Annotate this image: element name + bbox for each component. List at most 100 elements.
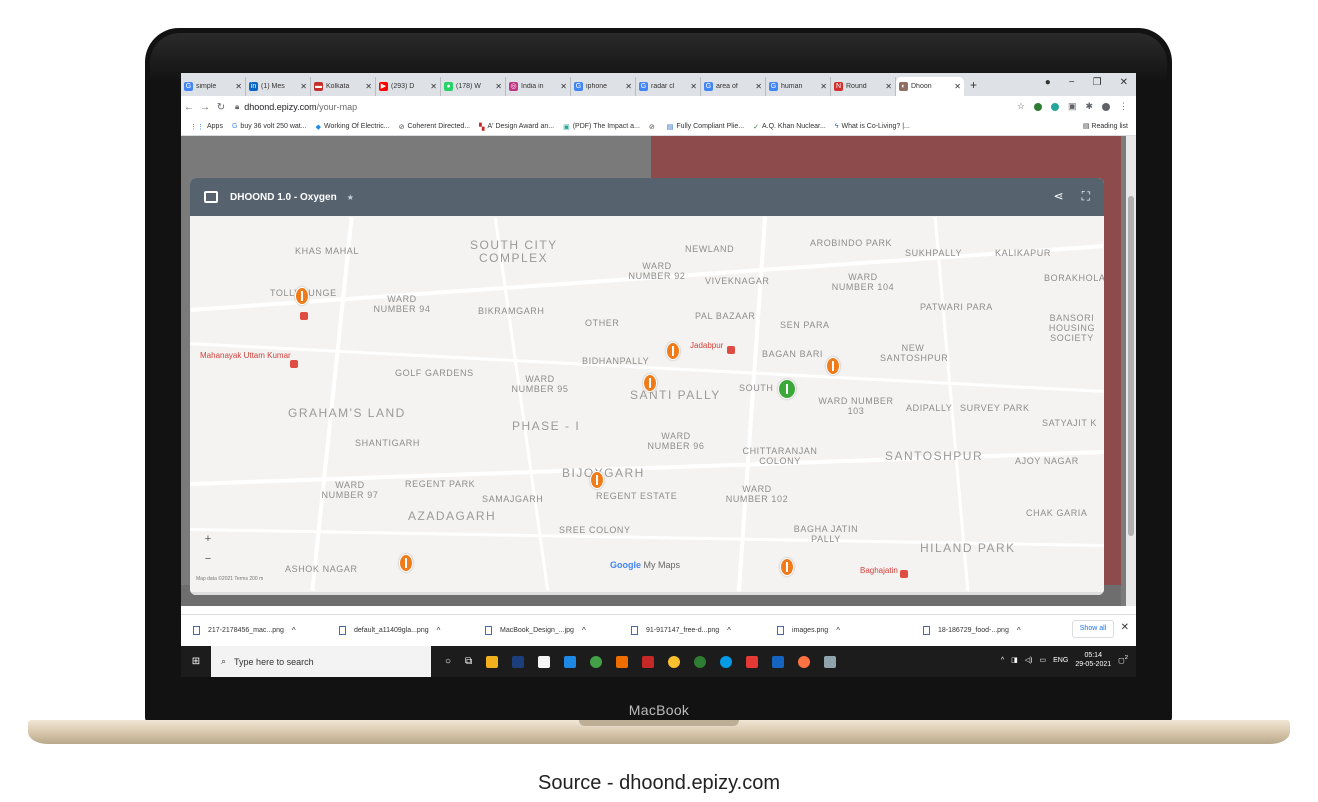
map-star-icon[interactable]: ★ [347,193,354,202]
bookmark-item[interactable]: ▚ A' Design Award an... [479,123,554,131]
oxygen-supplier-pin[interactable] [826,357,840,375]
bookmark-item[interactable]: Gbuy 36 volt 250 wat... [232,123,307,130]
bookmark-item[interactable]: ⊘ [649,123,658,131]
browser-tab[interactable]: ◎ India in ✕ [506,77,571,96]
network-icon[interactable]: ◨ [1011,656,1018,664]
cortana-icon[interactable]: ○ [445,656,451,667]
download-item[interactable]: images.png ^ [765,626,911,635]
tab-close-icon[interactable]: ✕ [430,82,437,91]
browser-tab[interactable]: ▬ Kolkata ✕ [311,77,376,96]
bookmark-item[interactable]: ✓ A.Q. Khan Nuclear... [753,123,826,131]
reload-icon[interactable]: ↻ [213,102,229,113]
chevron-up-icon[interactable]: ^ [292,626,296,635]
tab-close-icon[interactable]: ✕ [885,82,892,91]
shield-extension-icon[interactable] [1033,102,1042,111]
puzzle-icon[interactable]: ✱ [1085,101,1093,112]
reading-list-button[interactable]: ▤ Reading list [1083,122,1128,130]
file-explorer-icon[interactable] [486,655,499,668]
zoom-in-button[interactable]: + [200,529,216,549]
browser-tab[interactable]: Giphone ✕ [571,77,636,96]
chevron-up-icon[interactable]: ^ [582,626,586,635]
show-all-downloads-button[interactable]: Show all [1072,620,1114,638]
browser-tab[interactable]: Garea of ✕ [701,77,766,96]
bookmark-item[interactable]: ◆ Working Of Electric... [316,123,390,131]
browser-tab[interactable]: Ghuman ✕ [766,77,831,96]
avatar[interactable] [1102,102,1110,111]
app-icon[interactable] [772,655,785,668]
browser-tab[interactable]: ● (178) W ✕ [441,77,506,96]
browser-tab[interactable]: Gsimple ✕ [181,77,246,96]
menu-kebab-icon[interactable]: ⋮ [1119,101,1128,112]
battery-icon[interactable]: ▭ [1040,656,1047,664]
share-icon[interactable]: ⋖ [1054,189,1064,204]
profile-icon[interactable]: ● [1045,77,1051,88]
download-item[interactable]: 217-2178456_mac...png ^ [181,626,327,635]
bookmark-item[interactable]: ⊘ Coherent Directed... [399,123,471,131]
chevron-up-icon[interactable]: ^ [727,626,731,635]
url-field[interactable]: 🔒︎ dhoond.epizy.com /your-map [235,102,357,112]
photoshop-icon[interactable] [512,655,525,668]
notification-icon[interactable]: ▢2 [1118,655,1128,664]
sticky-notes-icon[interactable] [616,655,629,668]
bookmark-item[interactable]: ▤ Fully Compliant Plie... [667,123,744,131]
page-scrollbar[interactable] [1126,136,1136,606]
tab-close-icon[interactable]: ✕ [365,82,372,91]
oxygen-supplier-pin[interactable] [399,554,413,572]
grammar-extension-icon[interactable] [1050,102,1059,111]
metro-station-icon[interactable] [300,312,308,320]
map-canvas[interactable]: SOUTH CITY COMPLEX NEWLAND AROBINDO PARK… [190,216,1104,592]
terms-link[interactable]: Terms [234,576,248,582]
app-icon[interactable] [798,655,811,668]
download-item[interactable]: 91-917147_free-d...png ^ [619,626,765,635]
tab-close-icon[interactable]: ✕ [755,82,762,91]
chevron-up-icon[interactable]: ^ [1017,626,1021,635]
chevron-up-icon[interactable]: ^ [836,626,840,635]
app-icon[interactable] [824,655,837,668]
new-tab-icon[interactable]: + [970,78,977,92]
task-view-icon[interactable]: ⧉ [465,656,472,667]
oxygen-supplier-pin[interactable] [666,342,680,360]
edge-icon[interactable] [720,655,733,668]
scroll-thumb[interactable] [1128,196,1134,536]
download-item[interactable]: MacBook_Design_...jpg ^ [473,626,619,635]
tab-close-icon[interactable]: ✕ [560,82,567,91]
tab-close-icon[interactable]: ✕ [495,82,502,91]
app-icon[interactable] [746,655,759,668]
map-legend-panel-icon[interactable] [204,191,218,203]
tab-close-icon[interactable]: ✕ [300,82,307,91]
tab-close-icon[interactable]: ✕ [954,82,961,91]
clock[interactable]: 05:14 29-05-2021 [1075,651,1111,669]
bookmark-item[interactable]: ϟ What is Co-Living? |... [835,123,910,130]
app-icon[interactable] [694,655,707,668]
tab-close-icon[interactable]: ✕ [690,82,697,91]
chevron-up-icon[interactable]: ^ [1001,657,1004,664]
app-icon[interactable] [590,655,603,668]
zoom-out-button[interactable]: − [200,549,216,569]
store-icon[interactable] [538,655,551,668]
download-item[interactable]: default_a11409gla...png ^ [327,626,473,635]
tab-close-icon[interactable]: ✕ [235,82,242,91]
close-window-icon[interactable]: ✕ [1120,77,1128,88]
extension-icon[interactable]: ▣ [1068,101,1077,112]
railway-station-icon[interactable] [900,570,908,578]
windows-start-icon[interactable]: ⊞ [181,656,211,667]
download-item[interactable]: 18-186729_food-...png ^ [911,626,1057,635]
browser-tab[interactable]: ▶ (293) D ✕ [376,77,441,96]
close-download-shelf-icon[interactable]: ✕ [1121,622,1129,633]
star-icon[interactable]: ☆ [1017,101,1025,112]
volume-icon[interactable]: ◁) [1025,656,1033,664]
back-icon[interactable]: ← [181,102,197,113]
fullscreen-icon[interactable]: ⛶ [1082,189,1090,204]
maximize-icon[interactable]: ❐ [1093,77,1102,88]
forward-icon[interactable]: → [197,102,213,113]
minimize-icon[interactable]: − [1069,77,1075,88]
oxygen-supplier-pin[interactable] [295,287,309,305]
chrome-icon[interactable] [668,655,681,668]
oxygen-supplier-pin[interactable] [590,471,604,489]
browser-tab[interactable]: Gradar cl ✕ [636,77,701,96]
tab-active[interactable]: ◐ Dhoon ✕ [896,77,964,96]
bookmark-item[interactable]: ⋮⋮ Apps [190,123,223,131]
oxygen-supplier-pin[interactable] [780,558,794,576]
browser-tab[interactable]: N Round ✕ [831,77,896,96]
selected-supplier-pin[interactable] [778,379,796,399]
